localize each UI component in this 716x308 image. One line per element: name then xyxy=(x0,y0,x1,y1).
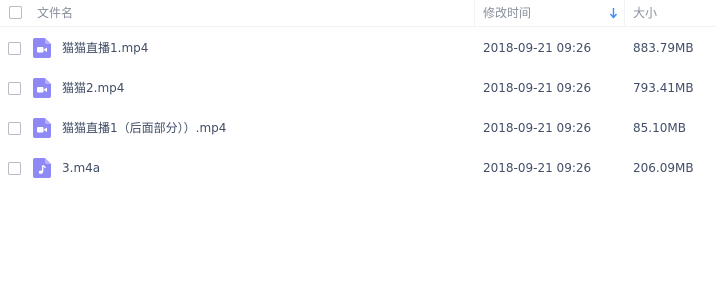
video-file-icon xyxy=(33,38,51,58)
column-header-modified[interactable]: 修改时间 xyxy=(483,6,531,20)
audio-file-icon xyxy=(33,158,51,178)
file-size: 883.79MB xyxy=(633,41,694,55)
file-modified-time: 2018-09-21 09:26 xyxy=(483,121,592,135)
file-row[interactable]: 3.m4a 2018-09-21 09:26 206.09MB xyxy=(0,148,716,188)
column-header-size[interactable]: 大小 xyxy=(633,6,657,20)
file-row[interactable]: 猫猫直播1（后面部分））.mp4 2018-09-21 09:26 85.10M… xyxy=(0,108,716,148)
file-size: 793.41MB xyxy=(633,81,694,95)
file-list-header: 文件名 修改时间 大小 xyxy=(0,0,716,27)
video-file-icon xyxy=(33,118,51,138)
row-checkbox[interactable] xyxy=(8,42,21,55)
select-all-checkbox[interactable] xyxy=(9,6,22,19)
file-name[interactable]: 猫猫直播1.mp4 xyxy=(62,41,148,55)
column-divider xyxy=(624,0,625,27)
file-size: 206.09MB xyxy=(633,161,694,175)
column-divider xyxy=(474,0,475,27)
file-name[interactable]: 猫猫直播1（后面部分））.mp4 xyxy=(62,121,226,135)
file-size: 85.10MB xyxy=(633,121,686,135)
file-modified-time: 2018-09-21 09:26 xyxy=(483,81,592,95)
row-checkbox[interactable] xyxy=(8,122,21,135)
file-modified-time: 2018-09-21 09:26 xyxy=(483,161,592,175)
sort-descending-icon[interactable] xyxy=(609,7,618,19)
file-modified-time: 2018-09-21 09:26 xyxy=(483,41,592,55)
video-file-icon xyxy=(33,78,51,98)
row-checkbox[interactable] xyxy=(8,162,21,175)
file-name[interactable]: 3.m4a xyxy=(62,161,100,175)
file-row[interactable]: 猫猫2.mp4 2018-09-21 09:26 793.41MB xyxy=(0,68,716,108)
column-header-name[interactable]: 文件名 xyxy=(37,6,73,20)
file-row[interactable]: 猫猫直播1.mp4 2018-09-21 09:26 883.79MB xyxy=(0,28,716,68)
row-checkbox[interactable] xyxy=(8,82,21,95)
file-name[interactable]: 猫猫2.mp4 xyxy=(62,81,124,95)
